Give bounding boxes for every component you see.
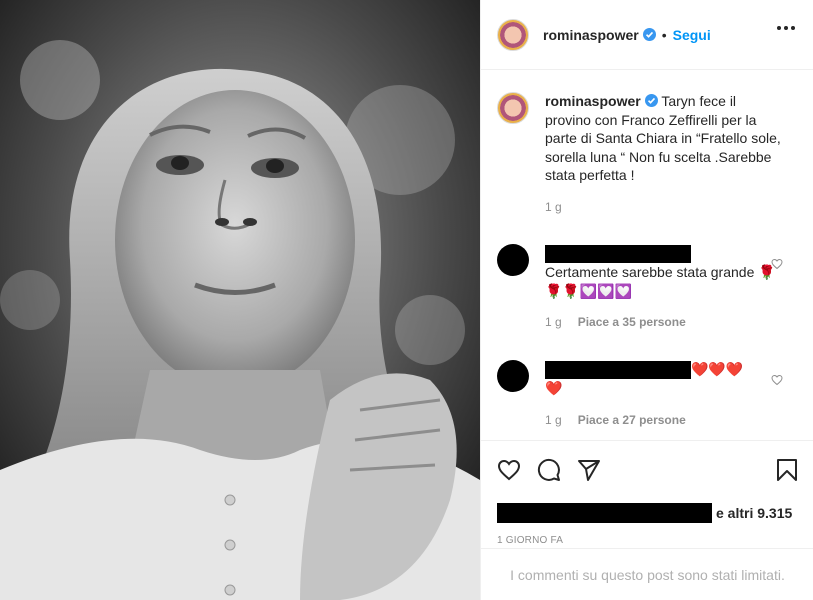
post-sidebar: rominaspower • Segui rominaspower Taryn … xyxy=(480,0,813,600)
portrait-image xyxy=(0,0,480,600)
comment-like-heart-icon[interactable] xyxy=(771,258,783,270)
comment-item: ❤️❤️❤️ ❤️ 1 g Piace a 27 persone xyxy=(497,359,797,430)
caption-time[interactable]: 1 g xyxy=(545,198,562,217)
comment-text: Certamente sarebbe stata grande xyxy=(545,264,755,281)
comment-icon[interactable] xyxy=(537,458,561,482)
caption: rominaspower Taryn fece il provino con F… xyxy=(497,92,797,216)
comment-like-heart-icon[interactable] xyxy=(771,374,783,386)
post-time[interactable]: 1 GIORNO FA xyxy=(497,535,798,546)
author-username[interactable]: rominaspower xyxy=(543,27,639,43)
author-avatar[interactable] xyxy=(497,18,529,51)
commenter-avatar[interactable] xyxy=(497,244,529,276)
paper-plane-icon[interactable] xyxy=(577,458,601,482)
post-header: rominaspower • Segui xyxy=(481,0,813,70)
comment-time[interactable]: 1 g xyxy=(545,313,562,332)
comment-text-cont: ❤️ xyxy=(545,380,563,397)
redacted-likers xyxy=(497,503,712,523)
instagram-post: rominaspower • Segui rominaspower Taryn … xyxy=(0,0,813,600)
comment-text: ❤️❤️❤️ xyxy=(691,360,744,377)
likes-summary[interactable]: e altri 9.315 xyxy=(497,503,798,523)
redacted-username xyxy=(545,245,691,264)
comment-time[interactable]: 1 g xyxy=(545,411,562,430)
redacted-username xyxy=(545,361,691,380)
caption-username[interactable]: rominaspower xyxy=(545,93,641,109)
comment-likes[interactable]: Piace a 27 persone xyxy=(578,411,686,430)
post-photo[interactable] xyxy=(0,0,480,600)
caption-avatar[interactable] xyxy=(497,92,529,124)
commenter-avatar[interactable] xyxy=(497,359,529,392)
comments-list: rominaspower Taryn fece il provino con F… xyxy=(481,70,813,442)
comment-likes[interactable]: Piace a 35 persone xyxy=(578,313,686,332)
verified-badge-icon xyxy=(644,94,658,107)
bookmark-icon[interactable] xyxy=(776,458,798,482)
separator-dot: • xyxy=(661,26,667,43)
post-actions: e altri 9.315 1 GIORNO FA xyxy=(481,440,813,546)
follow-button[interactable]: Segui xyxy=(673,27,711,43)
comments-limited-notice: I commenti su questo post sono stati lim… xyxy=(481,548,813,600)
more-options-icon[interactable] xyxy=(777,26,795,30)
comment-item: Certamente sarebbe stata grande 🌹🌹🌹💟💟💟 1… xyxy=(497,244,797,332)
verified-badge-icon xyxy=(642,28,656,41)
likes-count[interactable]: e altri 9.315 xyxy=(716,505,792,521)
heart-icon[interactable] xyxy=(497,458,521,482)
